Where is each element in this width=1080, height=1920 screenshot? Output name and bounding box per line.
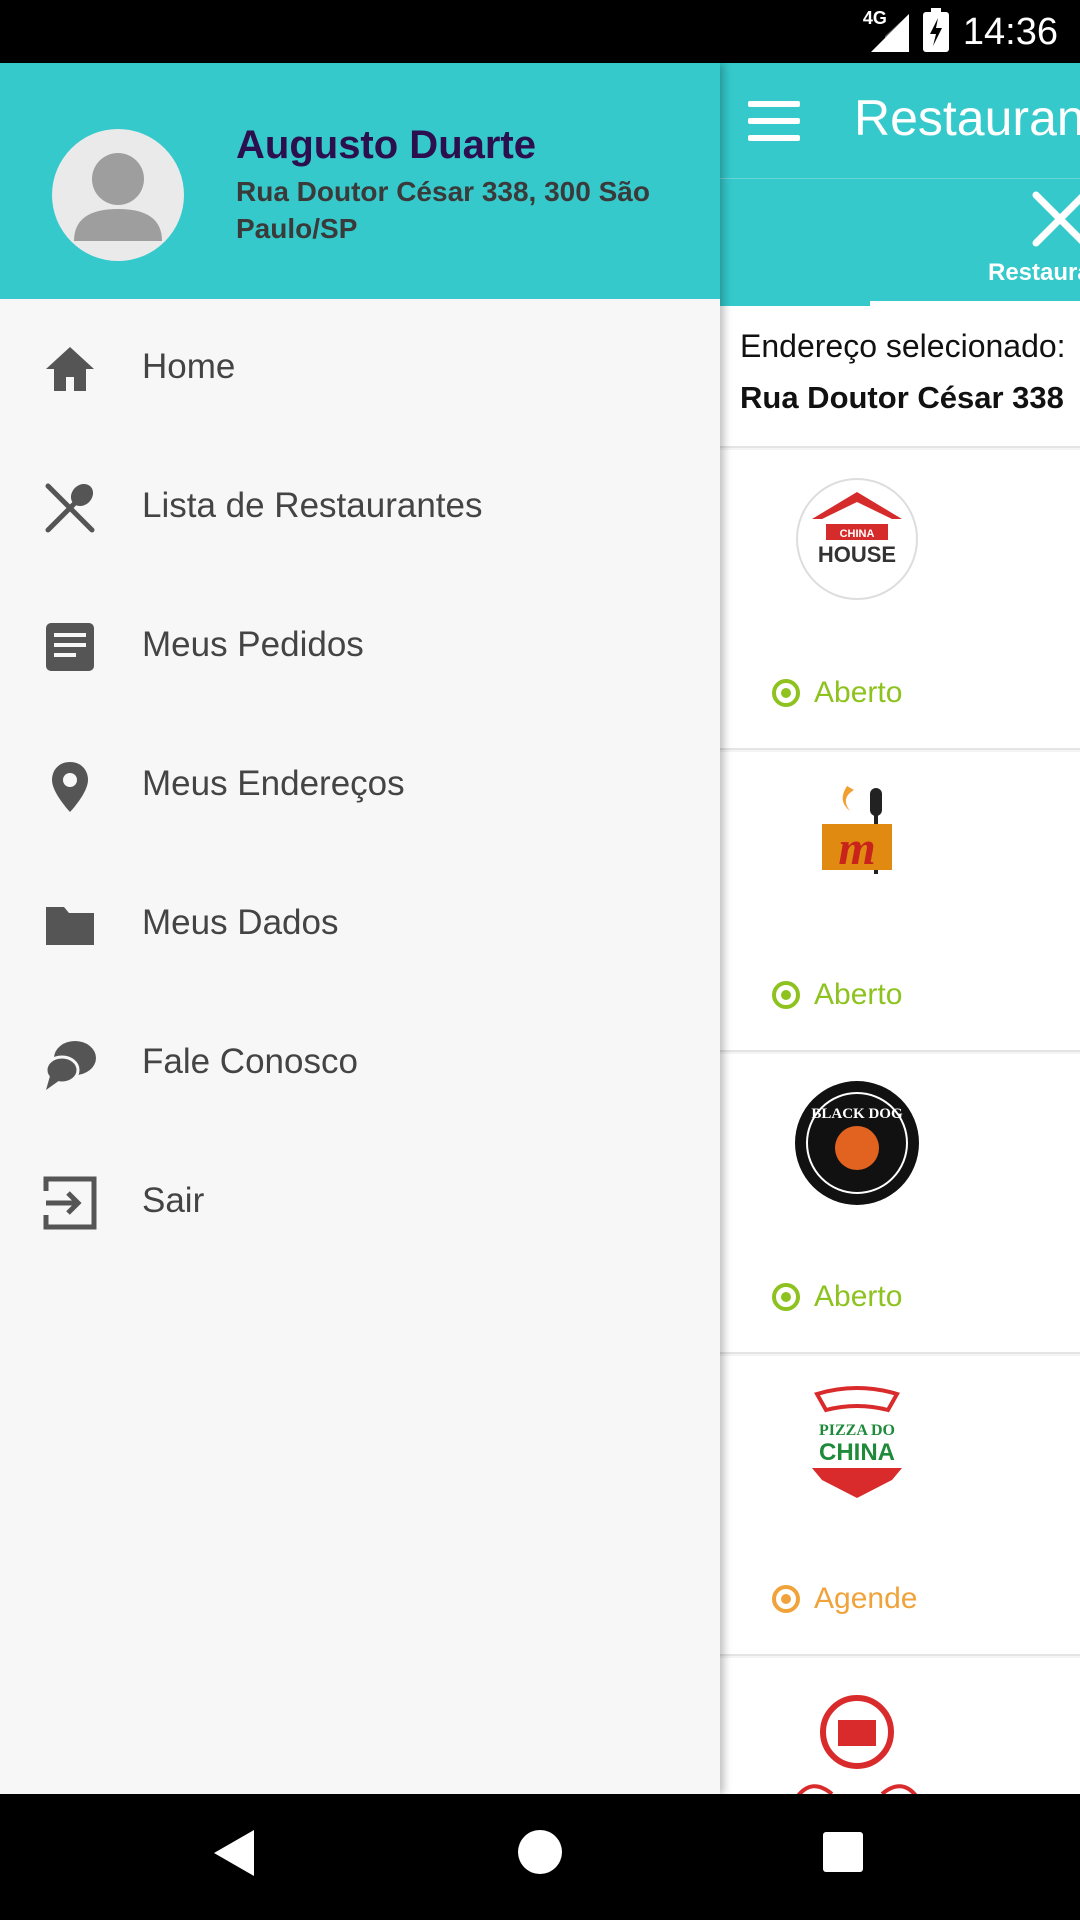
status-text: Aberto xyxy=(814,978,903,1011)
document-icon xyxy=(42,619,98,675)
menu-label: Sair xyxy=(142,1181,205,1220)
avatar[interactable] xyxy=(52,129,184,261)
black-dog-logo: BLACK DOG xyxy=(792,1078,922,1208)
restaurant-card[interactable]: BLACK DOG Aberto xyxy=(720,1054,1080,1354)
user-address: Rua Doutor César 338, 300 São Paulo/SP xyxy=(236,176,650,244)
menu-label: Fale Conosco xyxy=(142,1042,358,1081)
m-restaurant-logo: m xyxy=(792,776,922,906)
svg-text:CHINA: CHINA xyxy=(819,1439,895,1466)
network-type: 4G xyxy=(862,8,887,28)
menu-item-my-data[interactable]: Meus Dados xyxy=(0,855,720,994)
tab-restaurantes[interactable]: Restaurantes xyxy=(988,259,1080,287)
svg-text:m: m xyxy=(838,822,875,875)
home-button-icon[interactable] xyxy=(518,1830,562,1874)
svg-text:BLACK DOG: BLACK DOG xyxy=(811,1106,903,1122)
status-bar: 4G 14:36 xyxy=(0,0,1080,63)
menu-icon[interactable] xyxy=(748,101,800,141)
page-title: Restaurantes xyxy=(854,90,1080,146)
svg-text:CHINA: CHINA xyxy=(840,528,875,540)
drawer-header: Augusto Duarte Rua Doutor César 338, 300… xyxy=(0,63,720,299)
restaurant-card[interactable] xyxy=(720,1658,1080,1794)
fork-spoon-icon xyxy=(42,480,98,536)
status-icon xyxy=(772,1283,800,1311)
signal-icon: 4G xyxy=(863,8,909,52)
menu-item-restaurants[interactable]: Lista de Restaurantes xyxy=(0,438,720,577)
china-house-logo: CHINA HOUSE xyxy=(792,474,922,604)
svg-text:PIZZA DO: PIZZA DO xyxy=(819,1422,895,1439)
recent-apps-icon[interactable] xyxy=(823,1832,863,1872)
main-screen: Restaurantes Restaurantes Endereço selec… xyxy=(720,63,1080,1794)
navigation-drawer: Augusto Duarte Rua Doutor César 338, 300… xyxy=(0,63,720,1794)
status-badge: Aberto xyxy=(772,978,902,1012)
menu-label: Meus Pedidos xyxy=(142,625,364,664)
menu-item-orders[interactable]: Meus Pedidos xyxy=(0,577,720,716)
app-bar: Restaurantes xyxy=(720,63,1080,178)
user-name: Augusto Duarte xyxy=(236,123,536,167)
menu-label: Lista de Restaurantes xyxy=(142,486,483,525)
status-badge: Agende xyxy=(772,1582,917,1616)
pizza-do-china-logo: PIZZA DO CHINA xyxy=(792,1380,922,1510)
selected-address[interactable]: Endereço selecionado: Rua Doutor César 3… xyxy=(720,306,1080,448)
clock: 14:36 xyxy=(962,10,1058,53)
menu-item-contact[interactable]: Fale Conosco xyxy=(0,994,720,1133)
red-round-logo xyxy=(792,1682,922,1794)
restaurant-card[interactable]: m Aberto xyxy=(720,752,1080,1052)
navigation-bar xyxy=(0,1794,1080,1920)
restaurant-card[interactable]: PIZZA DO CHINA Agende xyxy=(720,1356,1080,1656)
svg-text:HOUSE: HOUSE xyxy=(818,542,896,567)
status-badge: Aberto xyxy=(772,676,902,710)
status-icon xyxy=(772,1585,800,1613)
status-icon xyxy=(772,679,800,707)
menu-item-logout[interactable]: Sair xyxy=(0,1133,720,1272)
folder-icon xyxy=(42,897,98,953)
address-label: Endereço selecionado: xyxy=(740,328,1066,364)
status-text: Aberto xyxy=(814,1280,903,1313)
fork-knife-icon xyxy=(1030,189,1080,249)
chat-icon xyxy=(42,1036,98,1092)
menu-item-addresses[interactable]: Meus Endereços xyxy=(0,716,720,855)
restaurant-card[interactable]: CHINA HOUSE Aberto xyxy=(720,450,1080,750)
menu-label: Home xyxy=(142,347,236,386)
home-icon xyxy=(42,341,98,397)
exit-icon xyxy=(42,1175,98,1231)
battery-icon xyxy=(922,8,949,52)
menu-label: Meus Dados xyxy=(142,903,339,942)
menu-item-home[interactable]: Home xyxy=(0,299,720,438)
status-badge: Aberto xyxy=(772,1280,902,1314)
menu-label: Meus Endereços xyxy=(142,764,405,803)
tab-bar: Restaurantes xyxy=(720,178,1080,306)
address-value: Rua Doutor César 338 xyxy=(740,380,1064,415)
status-icon xyxy=(772,981,800,1009)
status-text: Aberto xyxy=(814,676,903,709)
status-text: Agende xyxy=(814,1582,918,1615)
back-icon[interactable] xyxy=(214,1830,254,1881)
location-pin-icon xyxy=(42,758,98,814)
